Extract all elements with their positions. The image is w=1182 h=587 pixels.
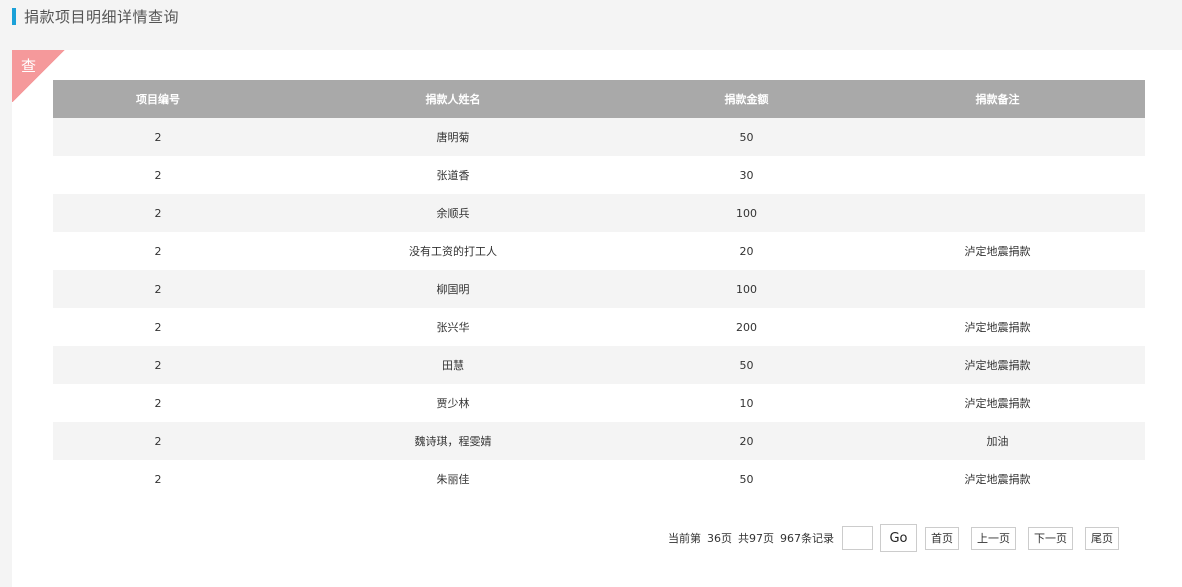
cell-donor-name: 朱丽佳 <box>263 460 643 498</box>
cell-note: 泸定地震捐款 <box>850 232 1145 270</box>
cell-project-id: 2 <box>53 156 263 194</box>
donation-table: 项目编号 捐款人姓名 捐款金额 捐款备注 2 唐明菊 50 2 张道香 30 2… <box>53 80 1145 498</box>
header-accent-bar <box>12 7 16 25</box>
cell-project-id: 2 <box>53 460 263 498</box>
cell-note <box>850 118 1145 156</box>
table-row: 2 田慧 50 泸定地震捐款 <box>53 346 1145 384</box>
table-header-row: 项目编号 捐款人姓名 捐款金额 捐款备注 <box>53 80 1145 118</box>
pager-current-label: 当前第 <box>668 532 701 545</box>
cell-project-id: 2 <box>53 232 263 270</box>
first-page-button[interactable]: 首页 <box>925 526 959 550</box>
cell-donor-name: 张兴华 <box>263 308 643 346</box>
cell-note: 泸定地震捐款 <box>850 346 1145 384</box>
cell-amount: 100 <box>643 270 850 308</box>
cell-amount: 20 <box>643 422 850 460</box>
cell-donor-name: 贾少林 <box>263 384 643 422</box>
last-page-button[interactable]: 尾页 <box>1085 526 1119 550</box>
cell-project-id: 2 <box>53 308 263 346</box>
column-header-note: 捐款备注 <box>850 80 1145 118</box>
cell-amount: 200 <box>643 308 850 346</box>
next-page-button[interactable]: 下一页 <box>1028 526 1073 550</box>
column-header-amount: 捐款金额 <box>643 80 850 118</box>
table-row: 2 柳国明 100 <box>53 270 1145 308</box>
cell-donor-name: 魏诗琪，程雯婧 <box>263 422 643 460</box>
cell-note: 泸定地震捐款 <box>850 384 1145 422</box>
prev-page-button[interactable]: 上一页 <box>971 526 1016 550</box>
column-header-project-id: 项目编号 <box>53 80 263 118</box>
cell-amount: 10 <box>643 384 850 422</box>
cell-note: 泸定地震捐款 <box>850 308 1145 346</box>
table-row: 2 没有工资的打工人 20 泸定地震捐款 <box>53 232 1145 270</box>
table-row: 2 朱丽佳 50 泸定地震捐款 <box>53 460 1145 498</box>
cell-project-id: 2 <box>53 422 263 460</box>
cell-amount: 20 <box>643 232 850 270</box>
cell-donor-name: 余顺兵 <box>263 194 643 232</box>
pager-total-pages: 共97页 <box>738 532 774 545</box>
cell-amount: 50 <box>643 346 850 384</box>
cell-donor-name: 柳国明 <box>263 270 643 308</box>
table-row: 2 魏诗琪，程雯婧 20 加油 <box>53 422 1145 460</box>
results-panel: 查 项目编号 捐款人姓名 捐款金额 捐款备注 2 唐明菊 50 2 张道香 30… <box>12 50 1182 587</box>
table-row: 2 张兴华 200 泸定地震捐款 <box>53 308 1145 346</box>
cell-project-id: 2 <box>53 118 263 156</box>
cell-amount: 30 <box>643 156 850 194</box>
cell-project-id: 2 <box>53 270 263 308</box>
cell-note <box>850 270 1145 308</box>
pager-current-page: 36页 <box>707 532 732 545</box>
cell-amount: 50 <box>643 118 850 156</box>
table-row: 2 唐明菊 50 <box>53 118 1145 156</box>
cell-amount: 100 <box>643 194 850 232</box>
page-title: 捐款项目明细详情查询 <box>24 7 180 26</box>
go-button[interactable]: Go <box>880 524 917 552</box>
page-header: 捐款项目明细详情查询 <box>12 6 179 26</box>
table-row: 2 余顺兵 100 <box>53 194 1145 232</box>
pager-total-records: 967条记录 <box>780 532 834 545</box>
corner-tag-label: 查 <box>21 57 37 75</box>
pagination: 当前第 36页 共97页 967条记录 Go 首页 上一页 下一页 尾页 <box>668 524 1119 552</box>
page-number-input[interactable] <box>842 526 873 550</box>
cell-donor-name: 田慧 <box>263 346 643 384</box>
cell-project-id: 2 <box>53 194 263 232</box>
cell-project-id: 2 <box>53 346 263 384</box>
cell-amount: 50 <box>643 460 850 498</box>
cell-note: 泸定地震捐款 <box>850 460 1145 498</box>
cell-project-id: 2 <box>53 384 263 422</box>
column-header-donor-name: 捐款人姓名 <box>263 80 643 118</box>
cell-donor-name: 没有工资的打工人 <box>263 232 643 270</box>
cell-donor-name: 张道香 <box>263 156 643 194</box>
table-row: 2 张道香 30 <box>53 156 1145 194</box>
cell-note <box>850 156 1145 194</box>
cell-donor-name: 唐明菊 <box>263 118 643 156</box>
cell-note <box>850 194 1145 232</box>
table-row: 2 贾少林 10 泸定地震捐款 <box>53 384 1145 422</box>
cell-note: 加油 <box>850 422 1145 460</box>
